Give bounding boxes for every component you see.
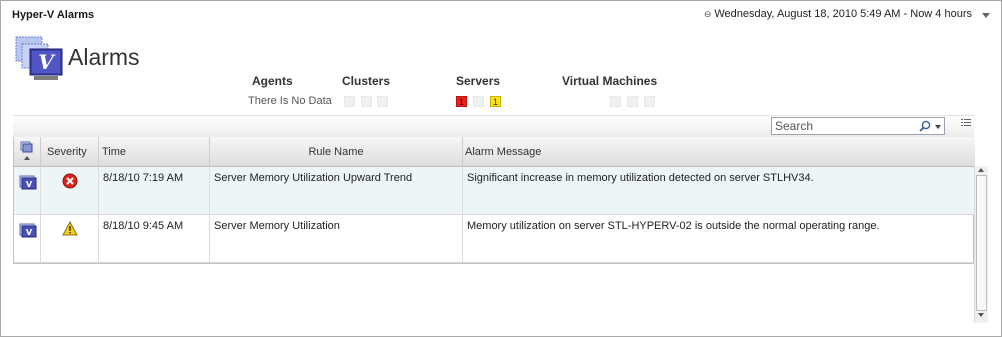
scroll-up-arrow-icon[interactable]	[978, 168, 984, 172]
table-header: Severity Time Rule Name Alarm Message	[14, 137, 975, 167]
search-icon[interactable]	[919, 120, 931, 132]
clusters-header[interactable]: Clusters	[342, 74, 390, 88]
svg-text:V: V	[26, 180, 33, 189]
table-row[interactable]: V 8/18/10 7:19 AM Server Memory Utilizat…	[14, 167, 975, 215]
vm-status-normal[interactable]	[610, 96, 621, 107]
alarm-message-cell: Memory utilization on server STL-HYPERV-…	[467, 220, 880, 232]
severity-cell	[41, 215, 99, 262]
column-header-alarm-message[interactable]: Alarm Message	[463, 137, 975, 167]
vm-status-critical[interactable]	[644, 96, 655, 107]
servers-header[interactable]: Servers	[456, 74, 500, 88]
agents-no-data: There Is No Data	[248, 95, 332, 107]
column-header-time[interactable]: Time	[99, 137, 210, 167]
svg-text:V: V	[26, 228, 33, 237]
virtual-machines-header[interactable]: Virtual Machines	[562, 74, 657, 88]
hyperv-server-icon: V	[19, 175, 37, 190]
scroll-down-arrow-icon[interactable]	[978, 313, 984, 317]
cluster-status-critical[interactable]	[377, 96, 388, 107]
time-range-selector[interactable]: ⊖ Wednesday, August 18, 2010 5:49 AM - N…	[704, 8, 990, 20]
alarms-table: Severity Time Rule Name Alarm Message V …	[13, 137, 975, 264]
page-title: Alarms	[68, 44, 140, 70]
server-warning-count[interactable]: 1	[490, 96, 501, 107]
agents-header[interactable]: Agents	[252, 74, 293, 88]
cluster-status-normal[interactable]	[344, 96, 355, 107]
rule-name-cell: Server Memory Utilization	[210, 215, 463, 262]
dropdown-arrow-icon[interactable]	[982, 12, 990, 18]
column-options-icon[interactable]	[961, 118, 971, 128]
select-all-column[interactable]	[14, 137, 41, 167]
clock-icon: ⊖	[703, 8, 712, 19]
search-input[interactable]	[772, 119, 912, 133]
row-type-cell: V	[14, 167, 41, 214]
table-row[interactable]: V 8/18/10 9:45 AM Server Memory Utilizat…	[14, 215, 975, 263]
alarm-message-cell: Significant increase in memory utilizati…	[467, 172, 814, 184]
server-critical-count[interactable]: 1	[456, 96, 467, 107]
hyperv-server-icon: V	[19, 223, 37, 238]
cluster-status-warning[interactable]	[361, 96, 372, 107]
warning-icon	[62, 220, 78, 236]
severity-cell	[41, 167, 99, 214]
vm-status-warning[interactable]	[627, 96, 638, 107]
column-header-rule-name[interactable]: Rule Name	[210, 137, 463, 167]
time-cell: 8/18/10 9:45 AM	[99, 215, 210, 262]
scrollbar-thumb[interactable]	[976, 175, 987, 311]
column-chooser-icon[interactable]	[14, 137, 41, 167]
search-options-arrow-icon[interactable]	[935, 125, 941, 129]
column-header-severity[interactable]: Severity	[41, 137, 99, 167]
critical-error-icon	[62, 173, 78, 189]
rule-name-cell: Server Memory Utilization Upward Trend	[210, 167, 463, 214]
hyperv-logo-icon: V	[15, 36, 65, 82]
time-range-label: Wednesday, August 18, 2010 5:49 AM - Now…	[714, 8, 972, 20]
time-cell: 8/18/10 7:19 AM	[99, 167, 210, 214]
server-status-normal[interactable]	[473, 96, 484, 107]
row-type-cell: V	[14, 215, 41, 262]
svg-text:V: V	[38, 50, 56, 74]
window-title: Hyper-V Alarms	[12, 9, 95, 21]
